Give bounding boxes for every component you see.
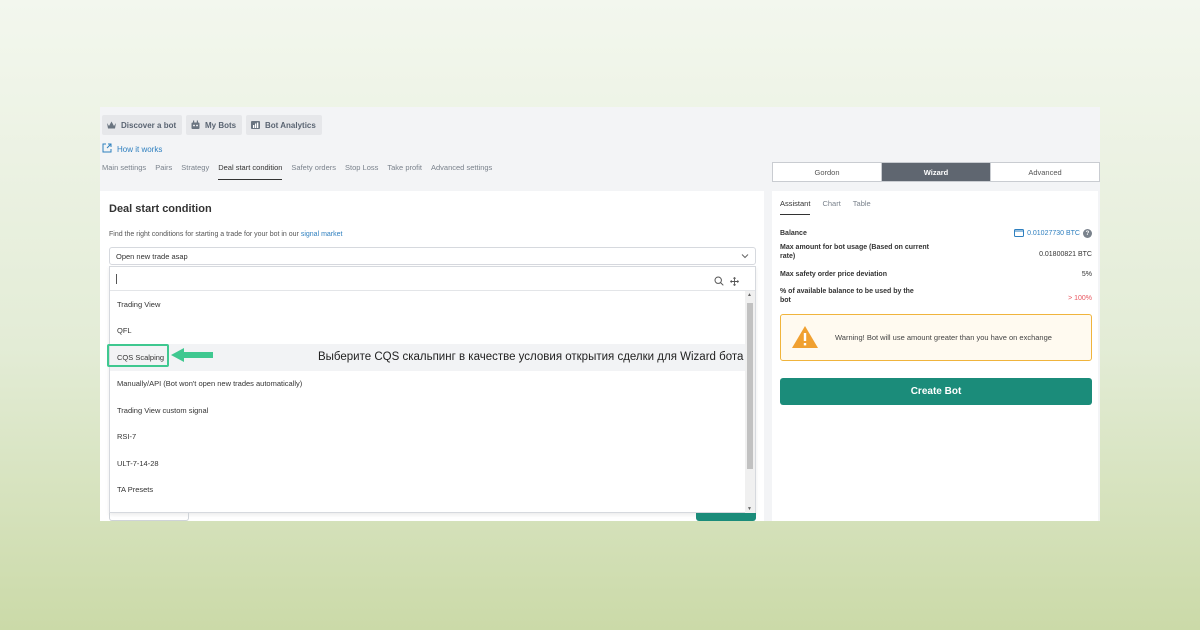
dropdown-search-icons: [714, 273, 740, 291]
balance-value-wrap: 0.01027730 BTC ?: [1014, 228, 1092, 239]
option-trading-view[interactable]: Trading View: [110, 291, 746, 318]
annotation-arrow-icon: [171, 348, 213, 362]
chevron-down-icon: [741, 252, 749, 261]
max-amount-value: 0.01800821 BTC: [1039, 250, 1092, 258]
condition-select[interactable]: Open new trade asap: [109, 247, 756, 265]
option-qfl[interactable]: QFL: [110, 318, 746, 345]
balance-pct-value: > 100%: [1068, 294, 1092, 302]
dropdown-options: Trading View QFL CQS Scalping Manually/A…: [110, 291, 746, 503]
hint-text: Find the right conditions for starting a…: [109, 231, 299, 238]
external-link-icon: [102, 143, 112, 155]
scroll-down-icon[interactable]: ▼: [747, 506, 752, 512]
how-it-works-link[interactable]: How it works: [102, 143, 162, 155]
mode-switcher: Gordon Wizard Advanced: [772, 162, 1100, 182]
tab-safety-orders[interactable]: Safety orders: [291, 163, 336, 180]
assistant-panel: Assistant Chart Table Balance 0.01027730…: [772, 191, 1098, 521]
balance-pct-label: % of available balance to be used by the…: [780, 288, 914, 304]
help-icon[interactable]: ?: [1083, 229, 1092, 238]
balance-row: Balance 0.01027730 BTC ?: [780, 228, 1092, 239]
option-rsi-7[interactable]: RSI-7: [110, 424, 746, 451]
balance-value: 0.01027730 BTC: [1027, 230, 1080, 237]
dropdown-scrollbar[interactable]: ▲ ▼: [745, 291, 755, 513]
balance-label: Balance: [780, 230, 807, 237]
tab-stop-loss[interactable]: Stop Loss: [345, 163, 378, 180]
max-amount-label: Max amount for bot usage (Based on curre…: [780, 244, 929, 260]
option-manually-api[interactable]: Manually/API (Bot won't open new trades …: [110, 371, 746, 398]
max-amount-label-wrap: Max amount for bot usage (Based on curre…: [780, 243, 930, 261]
hidden-field-edge: [109, 513, 189, 521]
cqs-highlight-box: [107, 344, 169, 367]
condition-dropdown: Trading View QFL CQS Scalping Manually/A…: [109, 266, 756, 513]
option-ult[interactable]: ULT-7-14-28: [110, 450, 746, 477]
bot-analytics-label: Bot Analytics: [265, 120, 316, 130]
mode-wizard[interactable]: Wizard: [882, 163, 991, 181]
robot-icon: [190, 120, 201, 131]
warning-box: Warning! Bot will use amount greater tha…: [780, 314, 1092, 361]
settings-tabs: Main settings Pairs Strategy Deal start …: [102, 163, 492, 180]
warning-icon: [791, 325, 819, 351]
create-bot-button[interactable]: Create Bot: [780, 378, 1092, 405]
dropdown-search-input[interactable]: [110, 267, 755, 291]
hidden-button-edge: [696, 513, 756, 521]
discover-bot-button[interactable]: Discover a bot: [102, 115, 183, 135]
my-bots-button[interactable]: My Bots: [186, 115, 243, 135]
condition-select-value: Open new trade asap: [116, 251, 188, 261]
option-ta-presets[interactable]: TA Presets: [110, 477, 746, 504]
balance-pct-row: % of available balance to be used by the…: [780, 287, 1092, 305]
mode-gordon[interactable]: Gordon: [773, 163, 882, 181]
crown-icon: [106, 120, 117, 131]
signal-market-link[interactable]: signal market: [301, 231, 343, 238]
deal-start-title: Deal start condition: [109, 203, 212, 215]
scroll-up-icon[interactable]: ▲: [747, 292, 752, 298]
move-icon[interactable]: [729, 273, 740, 291]
bot-analytics-button[interactable]: Bot Analytics: [246, 115, 322, 135]
annotation-text: Выберите CQS скальпинг в качестве услови…: [318, 351, 744, 363]
tab-table[interactable]: Table: [853, 199, 871, 215]
how-it-works-label: How it works: [117, 144, 163, 154]
deal-start-hint: Find the right conditions for starting a…: [109, 231, 342, 238]
tab-pairs[interactable]: Pairs: [155, 163, 172, 180]
tab-assistant[interactable]: Assistant: [780, 199, 811, 215]
my-bots-label: My Bots: [205, 120, 237, 130]
mode-advanced[interactable]: Advanced: [991, 163, 1099, 181]
discover-bot-label: Discover a bot: [121, 120, 177, 130]
app-frame: Discover a bot My Bots Bot Analytics How…: [100, 107, 1100, 521]
search-icon[interactable]: [714, 273, 724, 291]
option-trading-view-custom[interactable]: Trading View custom signal: [110, 397, 746, 424]
tab-take-profit[interactable]: Take profit: [387, 163, 422, 180]
tab-chart[interactable]: Chart: [822, 199, 840, 215]
tab-deal-start-condition[interactable]: Deal start condition: [218, 163, 283, 180]
max-amount-row: Max amount for bot usage (Based on curre…: [780, 243, 1092, 261]
deviation-row: Max safety order price deviation 5%: [780, 270, 1092, 279]
tab-strategy[interactable]: Strategy: [181, 163, 209, 180]
wallet-icon: [1014, 228, 1025, 239]
text-caret: [116, 273, 117, 284]
deviation-label: Max safety order price deviation: [780, 271, 887, 278]
scrollbar-thumb[interactable]: [747, 303, 753, 469]
right-tabs: Assistant Chart Table: [780, 199, 871, 215]
tab-main-settings[interactable]: Main settings: [102, 163, 146, 180]
warning-text: Warning! Bot will use amount greater tha…: [835, 333, 1052, 342]
deviation-value: 5%: [1081, 271, 1092, 278]
analytics-icon: [250, 120, 261, 131]
tab-advanced-settings[interactable]: Advanced settings: [431, 163, 492, 180]
